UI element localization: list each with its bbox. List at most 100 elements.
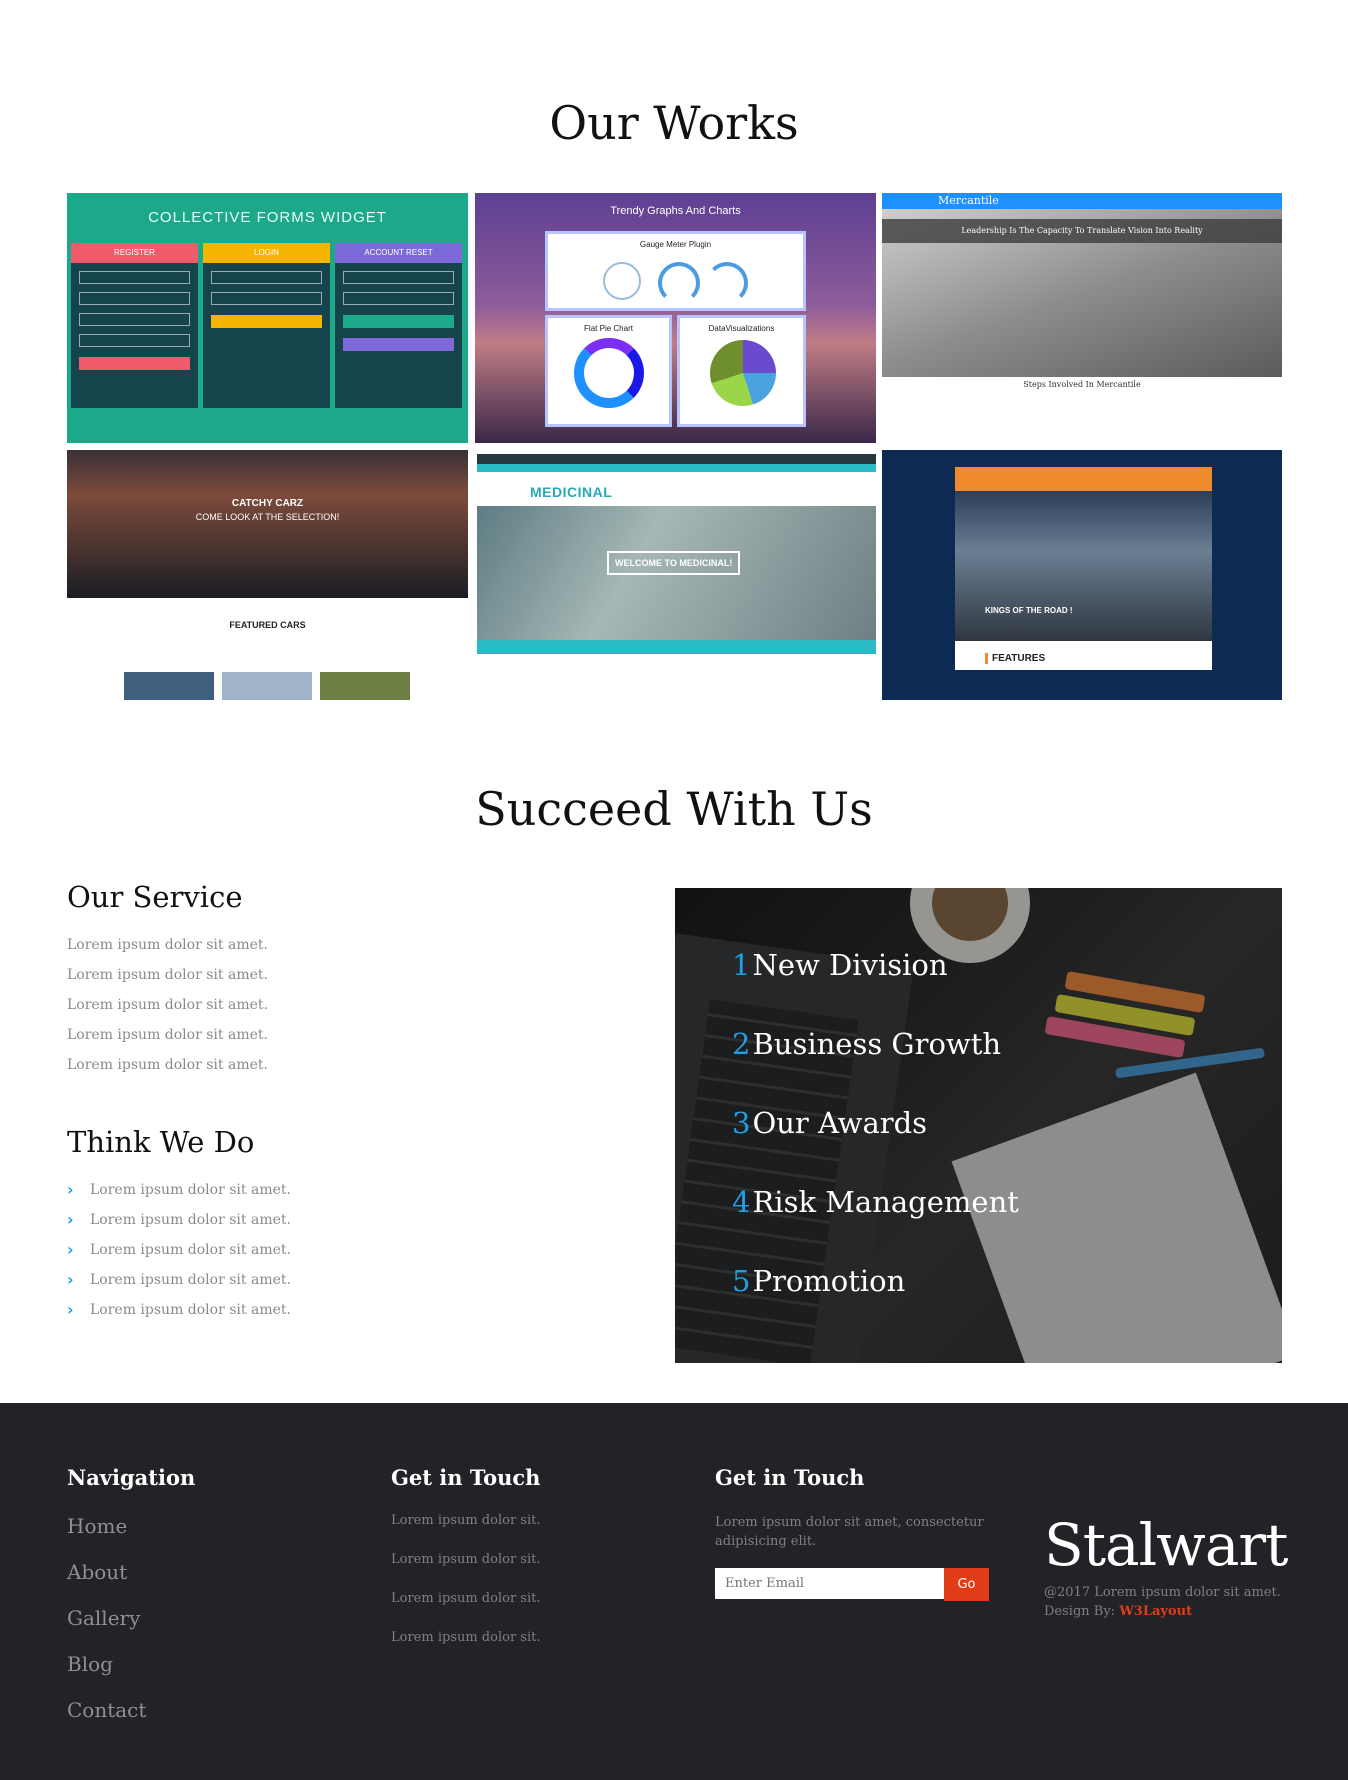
- chevron-right-icon: ›: [67, 1300, 74, 1319]
- form-column: ACCOUNT RESET: [335, 243, 462, 408]
- work-tile-collective-forms[interactable]: COLLECTIVE FORMS WIDGET REGISTER LOGIN A…: [67, 193, 468, 443]
- service-line: Lorem ipsum dolor sit amet.: [67, 967, 268, 983]
- list-item: › Lorem ipsum dolor sit amet.: [67, 1265, 627, 1295]
- chevron-right-icon: ›: [67, 1180, 74, 1199]
- touch-line: Lorem ipsum dolor sit.: [391, 1630, 541, 1645]
- feature-panel: 1New Division 2Business Growth 3Our Awar…: [675, 888, 1282, 1363]
- email-input[interactable]: [715, 1568, 944, 1599]
- footer-touch-heading: Get in Touch: [391, 1465, 541, 1490]
- works-title: Our Works: [549, 96, 799, 150]
- newsletter-description: Lorem ipsum dolor sit amet, consectetur …: [715, 1515, 984, 1549]
- card-title: Gauge Meter Plugin: [639, 240, 712, 249]
- list-item: › Lorem ipsum dolor sit amet.: [67, 1205, 627, 1235]
- feature-label: Risk Management: [752, 1185, 1019, 1219]
- tile-welcome: WELCOME TO MEDICINAL!: [607, 551, 741, 575]
- tile-heading: Trendy Graphs And Charts: [610, 205, 741, 217]
- feature-item: 2Business Growth: [732, 1027, 1019, 1106]
- footer: Navigation Home About Gallery Blog Conta…: [0, 1403, 1348, 1780]
- column-heading: LOGIN: [203, 243, 330, 263]
- work-tile-mercantile[interactable]: Mercantile Leadership Is The Capacity To…: [882, 193, 1282, 443]
- list-item: › Lorem ipsum dolor sit amet.: [67, 1295, 627, 1325]
- form-column: LOGIN: [203, 243, 330, 408]
- chart-card: DataVisualizations: [677, 315, 806, 427]
- feature-item: 3Our Awards: [732, 1106, 1019, 1185]
- feature-label: Our Awards: [752, 1106, 928, 1140]
- go-button[interactable]: Go: [944, 1568, 989, 1601]
- chart-card: Flat Pie Chart: [545, 315, 672, 427]
- tile-logo: CATCHY CARZ: [231, 498, 304, 509]
- tile-steps: Steps Involved In Mercantile: [1023, 380, 1141, 389]
- tile-hero-image: Leadership Is The Capacity To Translate …: [882, 209, 1282, 377]
- tile-featured: FEATURED CARS: [229, 620, 306, 630]
- list-item-label: Lorem ipsum dolor sit amet.: [90, 1212, 291, 1228]
- feature-label: Promotion: [752, 1264, 906, 1298]
- think-heading: Think We Do: [67, 1125, 255, 1159]
- service-line: Lorem ipsum dolor sit amet.: [67, 997, 268, 1013]
- feature-number: 4: [732, 1185, 751, 1219]
- feature-list: 1New Division 2Business Growth 3Our Awar…: [732, 948, 1019, 1343]
- chevron-right-icon: ›: [67, 1270, 74, 1289]
- service-column: Our Service Lorem ipsum dolor sit amet. …: [67, 880, 627, 1325]
- tile-frame: KINGS OF THE ROAD ! FEATURES: [955, 467, 1212, 670]
- list-item-label: Lorem ipsum dolor sit amet.: [90, 1302, 291, 1318]
- footer-link-home[interactable]: Home: [67, 1514, 127, 1538]
- works-gallery: COLLECTIVE FORMS WIDGET REGISTER LOGIN A…: [67, 193, 1282, 700]
- feature-label: Business Growth: [752, 1027, 1002, 1061]
- footer-link-about[interactable]: About: [67, 1560, 127, 1584]
- tile-caption: Leadership Is The Capacity To Translate …: [882, 219, 1282, 243]
- feature-item: 4Risk Management: [732, 1185, 1019, 1264]
- form-column: REGISTER: [71, 243, 198, 408]
- tile-hero-image: WELCOME TO MEDICINAL!: [477, 506, 876, 640]
- feature-number: 3: [732, 1106, 751, 1140]
- service-line: Lorem ipsum dolor sit amet.: [67, 1027, 268, 1043]
- feature-number: 5: [732, 1264, 751, 1298]
- design-by-link[interactable]: W3Layout: [1119, 1604, 1192, 1619]
- column-heading: REGISTER: [71, 243, 198, 263]
- column-heading: ACCOUNT RESET: [335, 243, 462, 263]
- chevron-right-icon: ›: [67, 1240, 74, 1259]
- footer-link-blog[interactable]: Blog: [67, 1652, 113, 1676]
- tile-features: FEATURES: [985, 653, 1212, 664]
- tile-heading: COLLECTIVE FORMS WIDGET: [148, 209, 387, 226]
- touch-line: Lorem ipsum dolor sit.: [391, 1513, 541, 1528]
- footer-nav-heading: Navigation: [67, 1465, 196, 1490]
- work-tile-mild-skate[interactable]: KINGS OF THE ROAD ! FEATURES: [882, 450, 1282, 700]
- work-tile-trendy-graphs[interactable]: Trendy Graphs And Charts Gauge Meter Plu…: [475, 193, 876, 443]
- feature-number: 1: [732, 948, 751, 982]
- car-thumbnails: [124, 672, 410, 700]
- list-item-label: Lorem ipsum dolor sit amet.: [90, 1272, 291, 1288]
- service-list: Lorem ipsum dolor sit amet. Lorem ipsum …: [67, 930, 627, 1080]
- list-item-label: Lorem ipsum dolor sit amet.: [90, 1242, 291, 1258]
- card-title: DataVisualizations: [708, 324, 775, 333]
- think-list: › Lorem ipsum dolor sit amet. › Lorem ipsu…: [67, 1175, 627, 1325]
- tile-hero-image: CATCHY CARZ COME LOOK AT THE SELECTION!: [67, 450, 468, 598]
- card-title: Flat Pie Chart: [584, 324, 633, 333]
- list-item-label: Lorem ipsum dolor sit amet.: [90, 1182, 291, 1198]
- list-item: › Lorem ipsum dolor sit amet.: [67, 1235, 627, 1265]
- tile-hero-image: KINGS OF THE ROAD !: [955, 491, 1212, 641]
- service-line: Lorem ipsum dolor sit amet.: [67, 937, 268, 953]
- tile-tagline: KINGS OF THE ROAD !: [985, 606, 1073, 615]
- design-prefix: Design By:: [1044, 1604, 1120, 1619]
- service-line: Lorem ipsum dolor sit amet.: [67, 1057, 268, 1073]
- feature-number: 2: [732, 1027, 751, 1061]
- feature-item: 1New Division: [732, 948, 1019, 1027]
- work-tile-catchy-carz[interactable]: CATCHY CARZ COME LOOK AT THE SELECTION! …: [67, 450, 468, 700]
- footer-link-contact[interactable]: Contact: [67, 1698, 146, 1722]
- chevron-right-icon: ›: [67, 1210, 74, 1229]
- list-item: › Lorem ipsum dolor sit amet.: [67, 1175, 627, 1205]
- footer-link-gallery[interactable]: Gallery: [67, 1606, 140, 1630]
- succeed-title: Succeed With Us: [475, 782, 873, 836]
- footer-copyright: @2017 Lorem ipsum dolor sit amet. Design…: [1044, 1583, 1281, 1621]
- work-tile-medicinal[interactable]: MEDICINAL WELCOME TO MEDICINAL!: [475, 450, 876, 700]
- touch-line: Lorem ipsum dolor sit.: [391, 1552, 541, 1567]
- footer-brand: Stalwart: [1044, 1511, 1288, 1579]
- tile-logo: MEDICINAL: [530, 484, 613, 500]
- feature-item: 5Promotion: [732, 1264, 1019, 1343]
- tile-heading: Mercantile: [938, 194, 999, 207]
- footer-newsletter-heading: Get in Touch: [715, 1465, 865, 1490]
- service-heading: Our Service: [67, 880, 243, 914]
- touch-line: Lorem ipsum dolor sit.: [391, 1591, 541, 1606]
- tile-tagline: COME LOOK AT THE SELECTION!: [195, 512, 340, 522]
- feature-label: New Division: [752, 948, 948, 982]
